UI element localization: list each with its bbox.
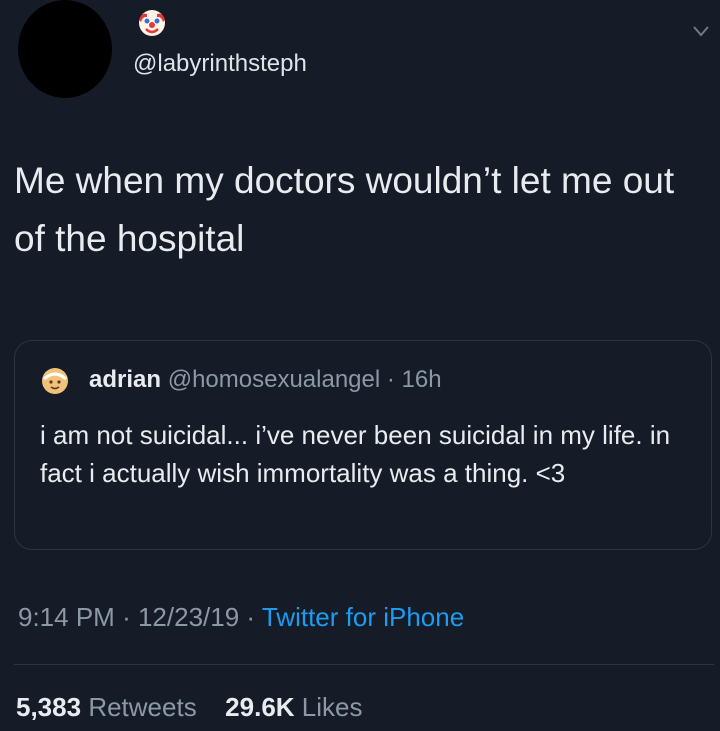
tweet-stats: 5,383 Retweets 29.6K Likes: [16, 692, 363, 723]
retweets-count[interactable]: 5,383: [16, 692, 81, 722]
quoted-separator: ·: [386, 366, 395, 393]
meta-separator: ·: [122, 602, 131, 632]
quoted-header: adrian @homosexualangel · 16h: [89, 366, 442, 394]
likes-count[interactable]: 29.6K: [225, 692, 294, 722]
tweet-date[interactable]: 12/23/19: [138, 602, 239, 632]
quoted-name[interactable]: adrian: [89, 366, 161, 393]
quoted-age: 16h: [401, 366, 442, 393]
quoted-handle[interactable]: @homosexualangel: [168, 366, 381, 393]
author-handle[interactable]: @labyrinthsteph: [133, 50, 307, 78]
quoted-text: i am not suicidal... i’ve never been sui…: [40, 420, 671, 488]
tweet-meta: 9:14 PM · 12/23/19 · Twitter for iPhone: [18, 602, 464, 633]
tweet-time[interactable]: 9:14 PM: [18, 602, 115, 632]
likes-label[interactable]: Likes: [302, 692, 363, 722]
quoted-avatar[interactable]: [41, 367, 69, 395]
quoted-tweet[interactable]: adrian @homosexualangel · 16h i am not s…: [14, 340, 712, 550]
tweet-source[interactable]: Twitter for iPhone: [262, 602, 464, 632]
tweet-text: Me when my doctors wouldn’t let me out o…: [14, 160, 675, 259]
tweet-card: @labyrinthsteph Me when my doctors would…: [0, 0, 720, 731]
avatar[interactable]: [18, 0, 112, 98]
divider: [14, 664, 714, 665]
chevron-down-icon[interactable]: [692, 24, 710, 38]
meta-separator: ·: [246, 602, 256, 632]
retweets-label[interactable]: Retweets: [88, 692, 196, 722]
clown-face-icon: [139, 10, 165, 36]
